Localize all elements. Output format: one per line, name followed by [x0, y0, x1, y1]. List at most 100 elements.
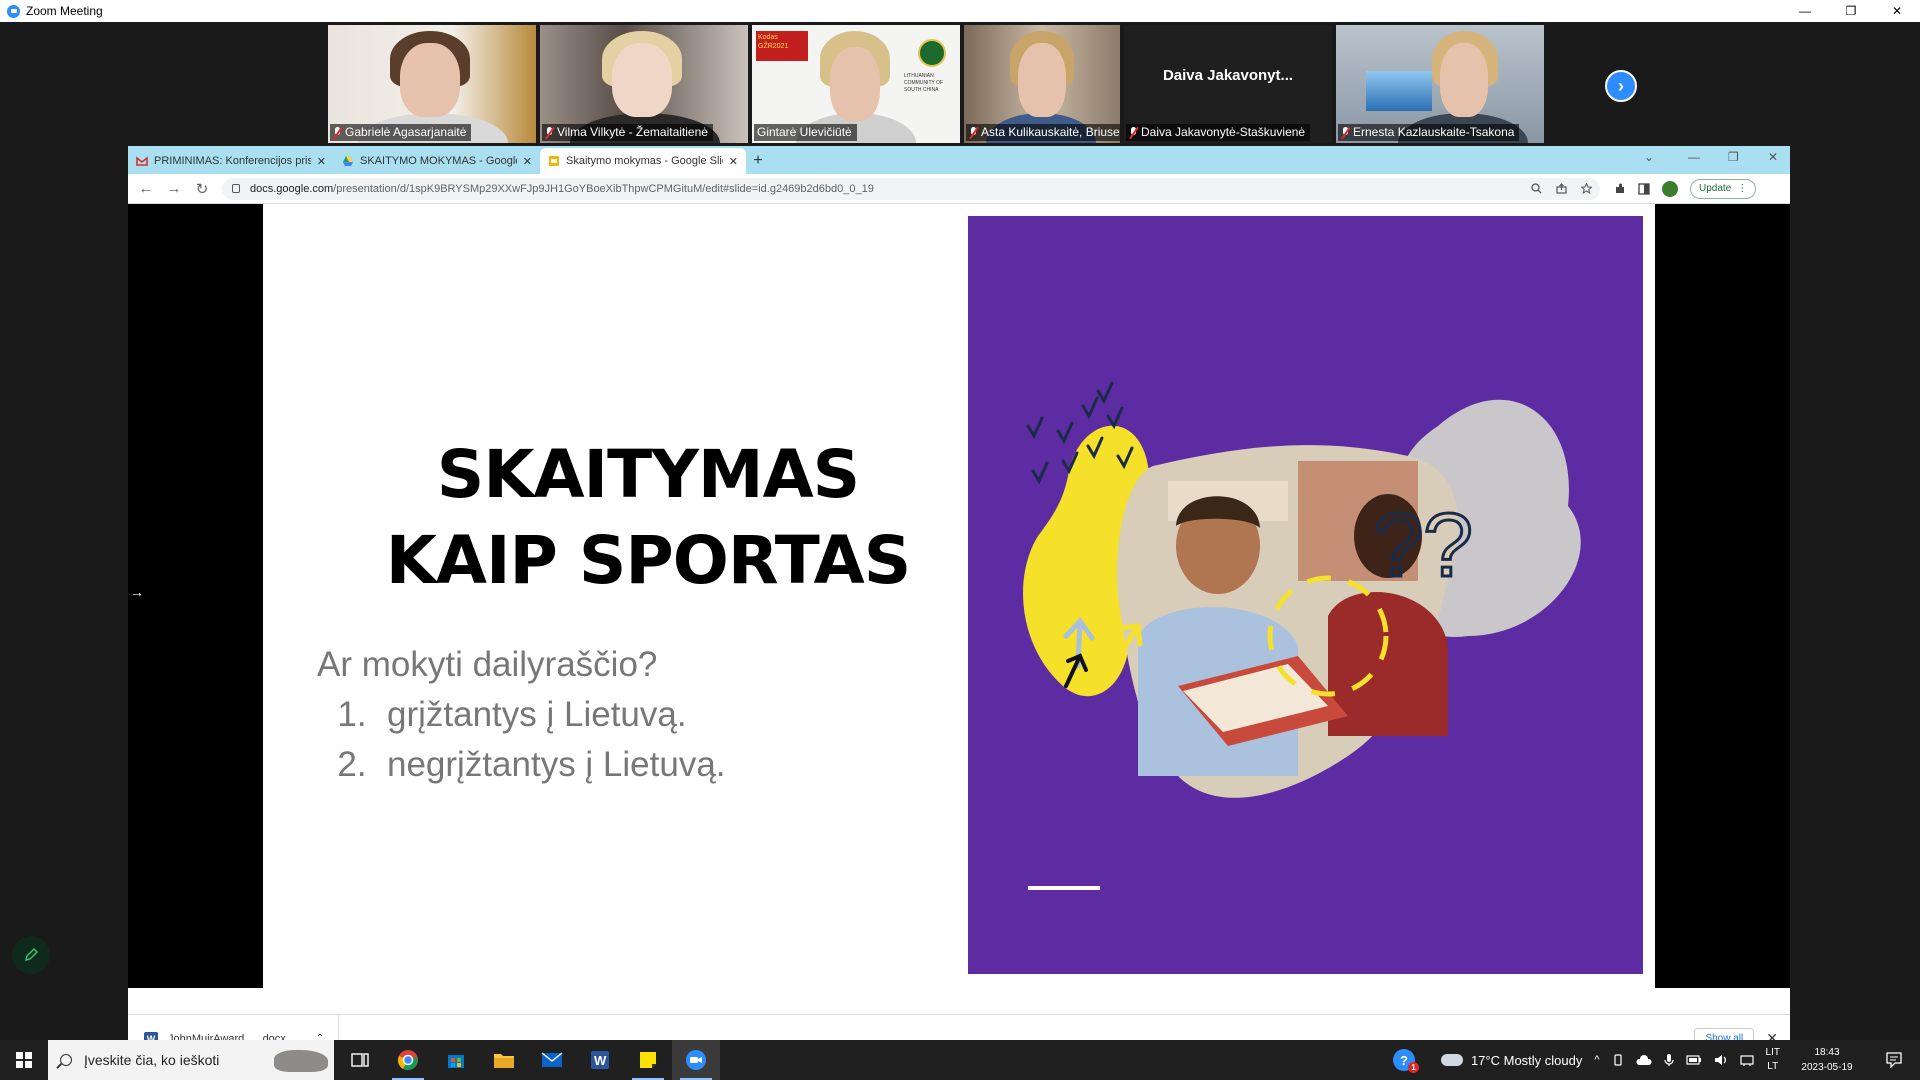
zoom-stage: Gabrielė Agasarjanaitė Vilma Vilkytė - Ž…	[0, 22, 1920, 1063]
svg-text:W: W	[594, 1053, 607, 1068]
list-item: 2. negrįžtantys į Lietuvą.	[337, 745, 726, 784]
decorative-underline	[1028, 886, 1100, 890]
participant-tile-video-off[interactable]: Daiva Jakavonyt... Daiva Jakavonytė-Staš…	[1124, 25, 1332, 143]
presentation-viewer: → SKAITYMAS KAIP SPORTAS Ar mokyti daily…	[128, 204, 1790, 988]
network-icon[interactable]	[1739, 1054, 1754, 1066]
mail-icon[interactable]	[528, 1040, 576, 1080]
zoom-lens-icon[interactable]	[1531, 183, 1542, 194]
language-indicator[interactable]: LIT LT	[1766, 1046, 1780, 1074]
help-icon[interactable]: ? 1	[1392, 1049, 1419, 1073]
task-view-icon[interactable]	[336, 1040, 384, 1080]
mic-muted-icon	[333, 126, 342, 139]
slide-question: Ar mokyti dailyraščio?	[317, 645, 658, 684]
update-button[interactable]: Update ⋮	[1690, 178, 1757, 199]
participant-tile[interactable]: Ernesta Kazlauskaite-Tsakona	[1336, 25, 1544, 143]
sticky-notes-icon[interactable]	[624, 1040, 672, 1080]
battery-icon[interactable]	[1685, 1054, 1702, 1066]
search-icon	[60, 1054, 72, 1066]
windows-taskbar: Įveskite čia, ko ieškoti W ? 1 17°C Most…	[0, 1040, 1920, 1080]
tab-bar: PRIMINIMAS: Konferencijos prisi... ✕ SKA…	[128, 146, 1790, 174]
participant-name: Gintarė Ulevičiūtė	[754, 124, 857, 141]
edge-arrow-icon[interactable]: →	[130, 584, 144, 600]
bookmark-star-icon[interactable]	[1581, 183, 1592, 194]
tab-slides[interactable]: Skaitymo mokymas - Google Slid... ✕	[540, 148, 746, 174]
browser-close-button[interactable]: ✕	[1768, 150, 1778, 164]
slide-canvas: SKAITYMAS KAIP SPORTAS Ar mokyti dailyra…	[263, 204, 1655, 988]
close-tab-icon[interactable]: ✕	[523, 155, 532, 168]
browser-restore-button[interactable]: ❐	[1728, 150, 1739, 164]
svg-text:??: ??	[1373, 496, 1473, 596]
gmail-icon	[136, 156, 148, 166]
tab-gmail[interactable]: PRIMINIMAS: Konferencijos prisi... ✕	[128, 148, 334, 174]
virtual-background-banner: Kodas GŽR2021	[756, 31, 808, 61]
taskbar-search[interactable]: Įveskite čia, ko ieškoti	[48, 1040, 334, 1080]
window-title: Zoom Meeting	[26, 4, 103, 18]
mic-muted-icon	[545, 126, 554, 139]
close-tab-icon[interactable]: ✕	[317, 155, 326, 168]
zoom-icon[interactable]	[672, 1040, 720, 1080]
close-button[interactable]: ✕	[1874, 0, 1920, 22]
slides-icon	[549, 156, 559, 166]
pencil-icon	[24, 947, 39, 962]
more-menu-icon: ⋮	[1737, 183, 1748, 194]
slide-title: SKAITYMAS KAIP SPORTAS	[385, 436, 912, 599]
chrome-icon[interactable]	[384, 1040, 432, 1080]
forward-button[interactable]: →	[160, 180, 188, 197]
participant-name: Ernesta Kazlauskaite-Tsakona	[1338, 124, 1520, 141]
side-panel-icon[interactable]	[1638, 182, 1650, 195]
taskbar-apps: W	[336, 1040, 720, 1080]
file-explorer-icon[interactable]	[480, 1040, 528, 1080]
participant-tile[interactable]: Vilma Vilkytė - Žemaitaitienė	[540, 25, 748, 143]
minimize-button[interactable]: —	[1782, 0, 1828, 22]
next-participants-button[interactable]: ›	[1605, 70, 1637, 102]
tab-drive[interactable]: SKAITYMO MOKYMAS - Google D... ✕	[334, 148, 540, 174]
start-button[interactable]	[0, 1040, 48, 1080]
clock[interactable]: 18:43 2023-05-19	[1792, 1045, 1862, 1075]
windows-logo-icon	[16, 1052, 32, 1068]
notifications-icon[interactable]	[1874, 1052, 1914, 1068]
close-tab-icon[interactable]: ✕	[729, 155, 738, 168]
mic-muted-icon	[1341, 126, 1350, 139]
participant-name: Daiva Jakavonytė-Staškuvienė	[1126, 124, 1311, 141]
profile-avatar[interactable]	[1662, 180, 1678, 197]
address-bar[interactable]: docs.google.com/presentation/d/1spK9BRYS…	[222, 177, 1600, 200]
tab-search-button[interactable]: ⌄	[1644, 150, 1654, 164]
participant-name: Vilma Vilkytė - Žemaitaitienė	[542, 124, 713, 141]
slide-image-panel: ??	[968, 216, 1643, 974]
extensions-icon[interactable]	[1614, 183, 1626, 195]
address-toolbar: ← → ↻ docs.google.com/presentation/d/1sp…	[128, 174, 1790, 204]
browser-minimize-button[interactable]: —	[1688, 150, 1700, 164]
lock-icon	[232, 184, 240, 193]
share-icon[interactable]	[1556, 183, 1567, 194]
participant-name: Asta Kulikauskaitė, Briuselis, B...	[966, 124, 1120, 141]
volume-icon[interactable]	[1714, 1054, 1728, 1066]
reload-button[interactable]: ↻	[188, 180, 216, 198]
microphone-icon[interactable]	[1663, 1053, 1674, 1067]
cloud-sun-icon	[1437, 1050, 1463, 1066]
back-button[interactable]: ←	[132, 180, 160, 197]
annotate-pencil-button[interactable]	[12, 936, 50, 974]
zoom-titlebar: Zoom Meeting — ❐ ✕	[0, 0, 1920, 22]
community-logo	[918, 39, 946, 67]
slide-body-text: Ar mokyti dailyraščio? 1. grįžtantys į Li…	[317, 640, 726, 790]
participant-tile[interactable]: Asta Kulikauskaitė, Briuselis, B...	[964, 25, 1120, 143]
restore-button[interactable]: ❐	[1828, 0, 1874, 22]
participant-tile[interactable]: Gabrielė Agasarjanaitė	[328, 25, 536, 143]
participant-tile-active-speaker[interactable]: Kodas GŽR2021 LITHUANIAN COMMUNITY OF SO…	[752, 25, 960, 143]
word-icon[interactable]: W	[576, 1040, 624, 1080]
onedrive-icon[interactable]	[1636, 1054, 1652, 1066]
zoom-app-icon	[7, 4, 20, 18]
mic-muted-icon	[969, 126, 978, 139]
store-icon[interactable]	[432, 1040, 480, 1080]
drive-icon	[343, 156, 353, 166]
weather-widget[interactable]: 17°C Mostly cloudy	[1437, 1050, 1582, 1068]
wall-painting	[1366, 71, 1432, 111]
list-item: 1. grįžtantys į Lietuvą.	[337, 695, 687, 734]
participant-name: Gabrielė Agasarjanaitė	[330, 124, 472, 141]
participant-video-strip: Gabrielė Agasarjanaitė Vilma Vilkytė - Ž…	[328, 25, 1544, 143]
show-hidden-icons-button[interactable]: ^	[1594, 1054, 1599, 1066]
phone-link-icon[interactable]	[1612, 1054, 1624, 1066]
system-tray: ? 1 17°C Mostly cloudy ^ LIT LT 18:43 20…	[1392, 1040, 1920, 1080]
new-tab-button[interactable]: +	[746, 148, 770, 174]
mic-muted-icon	[1129, 126, 1138, 139]
